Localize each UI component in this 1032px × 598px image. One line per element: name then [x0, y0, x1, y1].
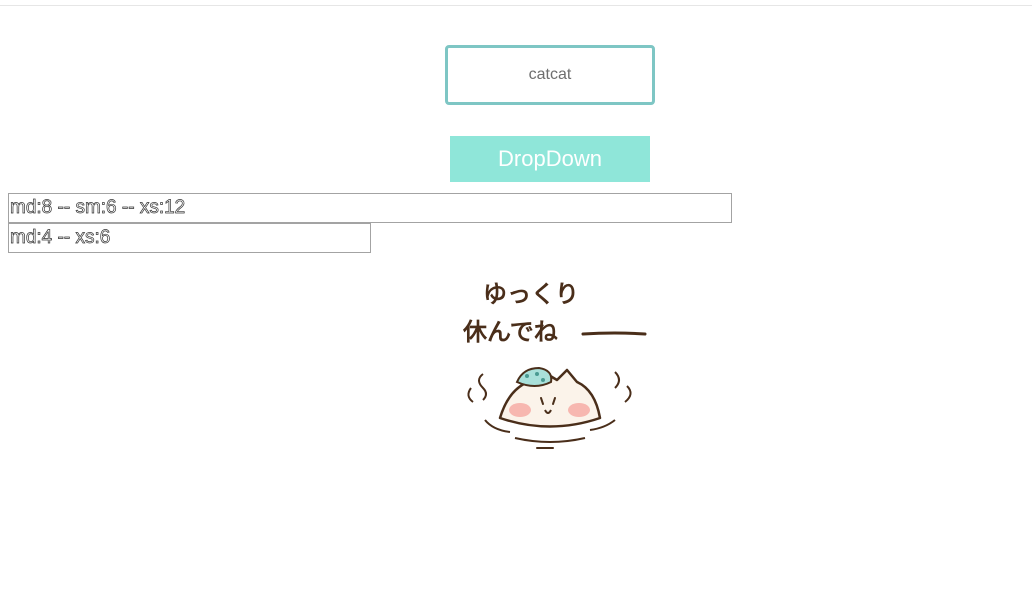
grid-column-md4-label: md:4 -- xs:6: [10, 227, 111, 249]
towel: [515, 366, 553, 387]
steam-right: [614, 371, 620, 389]
ripple-right: [589, 419, 616, 431]
cat-in-bath-sticker: ゆっくり 休んでね: [455, 270, 655, 460]
catcat-label: catcat: [528, 66, 572, 83]
dropdown-button[interactable]: DropDown: [450, 136, 650, 182]
grid-column-md8: md:8 -- sm:6 -- xs:12: [8, 193, 732, 223]
cat-in-bath-illustration: ゆっくり 休んでね: [462, 280, 647, 449]
grid-column-md8-label: md:8 -- sm:6 -- xs:12: [10, 197, 186, 219]
sticker-text-line1: ゆっくり: [483, 280, 579, 308]
sticker-dash: [581, 331, 647, 336]
steam-left: [478, 373, 487, 401]
sticker-text-line2: 休んでね: [462, 318, 558, 346]
cheek-left: [509, 403, 531, 417]
ripple-left: [484, 419, 511, 433]
catcat-box: catcat: [445, 45, 655, 105]
grid-column-md4: md:4 -- xs:6: [8, 223, 371, 253]
cheek-right: [568, 403, 590, 417]
top-divider: [0, 5, 1032, 6]
dropdown-label: DropDown: [498, 146, 602, 171]
